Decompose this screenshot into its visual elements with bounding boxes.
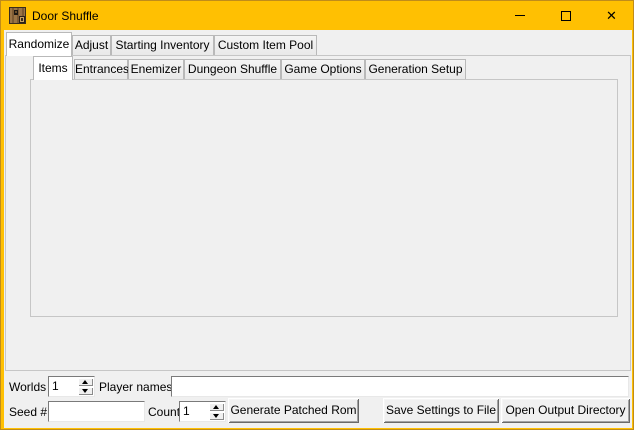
count-spinner[interactable]: 1: [179, 401, 226, 422]
spinner-down-icon[interactable]: [209, 412, 224, 420]
window-title: Door Shuffle: [32, 9, 99, 23]
maximize-icon: [561, 11, 571, 21]
count-label: Count: [148, 402, 180, 422]
items-tab-pane: [30, 79, 618, 317]
minimize-button[interactable]: [497, 1, 542, 30]
close-icon: ✕: [606, 8, 617, 23]
spinner-up-icon[interactable]: [209, 403, 224, 411]
worlds-label: Worlds: [9, 377, 46, 397]
close-button[interactable]: ✕: [589, 1, 634, 30]
window: Door Shuffle ✕ Randomize Adjust Starting…: [0, 0, 634, 430]
maximize-button[interactable]: [543, 1, 588, 30]
minimize-icon: [515, 15, 525, 16]
tab-enemizer[interactable]: Enemizer: [128, 59, 184, 79]
tab-adjust[interactable]: Adjust: [72, 35, 111, 55]
door-icon: [9, 7, 26, 24]
worlds-spinner[interactable]: 1: [48, 376, 95, 397]
tab-game-options[interactable]: Game Options: [281, 59, 365, 79]
player-names-input[interactable]: [171, 376, 629, 397]
client-area: Randomize Adjust Starting Inventory Cust…: [4, 30, 632, 428]
spinner-down-icon[interactable]: [78, 387, 93, 395]
open-output-directory-button[interactable]: Open Output Directory: [501, 398, 630, 423]
seed-label: Seed #: [9, 402, 47, 422]
tab-custom-item-pool[interactable]: Custom Item Pool: [214, 35, 317, 55]
seed-input[interactable]: [48, 401, 145, 422]
spinner-up-icon[interactable]: [78, 378, 93, 386]
tab-items[interactable]: Items: [33, 56, 73, 80]
player-names-label: Player names: [99, 377, 172, 397]
tab-randomize[interactable]: Randomize: [6, 32, 72, 56]
tab-dungeon-shuffle[interactable]: Dungeon Shuffle: [184, 59, 281, 79]
generate-patched-rom-button[interactable]: Generate Patched Rom: [228, 398, 359, 423]
titlebar: Door Shuffle ✕: [1, 1, 633, 30]
tab-generation-setup[interactable]: Generation Setup: [365, 59, 466, 79]
save-settings-button[interactable]: Save Settings to File: [383, 398, 499, 423]
tab-entrances[interactable]: Entrances: [74, 59, 128, 79]
tab-starting-inventory[interactable]: Starting Inventory: [111, 35, 214, 55]
